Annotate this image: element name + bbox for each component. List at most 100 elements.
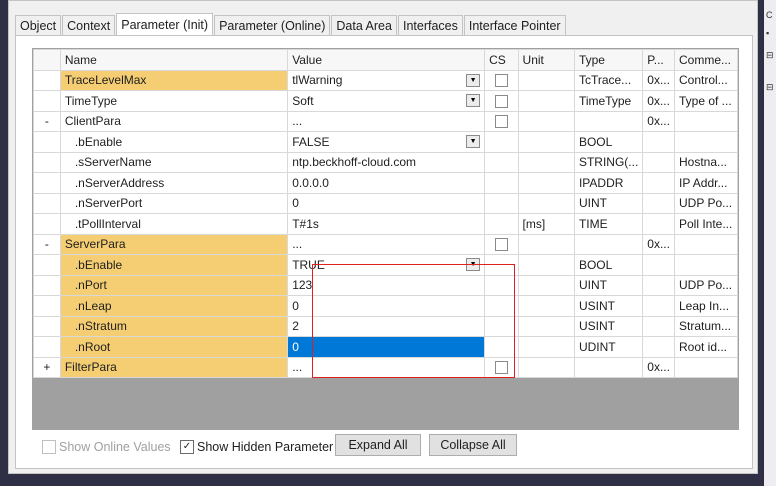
row-comment [673, 110, 738, 132]
tab-object[interactable]: Object [15, 15, 62, 36]
header-comment[interactable]: Comme... [673, 49, 738, 71]
table-row[interactable]: TraceLevelMax tlWarning ▼ TcTrace... 0x... Co… [33, 69, 738, 91]
cs-checkbox[interactable] [494, 74, 508, 88]
tab-interfaces[interactable]: Interfaces [397, 15, 463, 36]
collapse-icon[interactable]: ⊟ [766, 82, 774, 93]
row-type: UINT [573, 274, 644, 296]
row-value[interactable]: Soft ▼ [287, 90, 486, 112]
dropdown-arrow-icon[interactable]: ▼ [466, 73, 481, 87]
row-expander[interactable]: - [33, 110, 61, 132]
row-expander [33, 151, 61, 173]
table-row[interactable]: .nRoot 0 UDINT Root id... [33, 336, 738, 358]
tree-toggle-icon[interactable]: ▪ [766, 28, 769, 38]
table-row[interactable]: .tPollInterval T#1s [ms] TIME Poll Inte... [33, 213, 738, 235]
show-online-values-label: Show Online Values [59, 440, 171, 454]
cs-checkbox[interactable] [494, 94, 508, 108]
row-expander [33, 295, 61, 317]
table-row[interactable]: .bEnable FALSE ▼ BOOL [33, 131, 738, 153]
row-unit: [ms] [517, 213, 575, 235]
tab-context[interactable]: Context [62, 15, 116, 36]
header-unit[interactable]: Unit [517, 49, 575, 71]
header-name[interactable]: Name [59, 49, 289, 71]
row-value[interactable]: 123 [287, 274, 486, 296]
row-comment: Control... [673, 69, 738, 91]
row-type: TimeType [573, 90, 644, 112]
row-cs[interactable] [484, 90, 519, 112]
row-p: 0x... [642, 356, 675, 378]
row-type [573, 110, 644, 132]
cs-checkbox[interactable] [494, 361, 508, 375]
table-row[interactable]: .nServerPort 0 UINT UDP Po... [33, 192, 738, 214]
dropdown-arrow-icon[interactable]: ▼ [466, 258, 481, 272]
table-row[interactable]: - ServerPara... 0x... [33, 233, 738, 255]
cs-checkbox[interactable] [494, 115, 508, 129]
table-row[interactable]: .bEnable TRUE ▼ BOOL [33, 254, 738, 276]
header-cs[interactable]: CS [484, 49, 519, 71]
row-expander[interactable]: + [33, 356, 61, 378]
cs-checkbox[interactable] [494, 238, 508, 252]
row-value[interactable]: ntp.beckhoff-cloud.com [287, 151, 486, 173]
row-value[interactable]: TRUE ▼ [287, 254, 486, 276]
table-row[interactable]: - ClientPara... 0x... [33, 110, 738, 132]
row-value[interactable]: 0 [287, 295, 486, 317]
row-cs[interactable] [484, 69, 519, 91]
dropdown-arrow-icon[interactable]: ▼ [466, 135, 481, 149]
value-dropdown[interactable]: Soft ▼ [292, 94, 481, 108]
header-p[interactable]: P... [642, 49, 675, 71]
row-value[interactable]: ... [287, 110, 486, 132]
row-name: .sServerName [59, 151, 289, 173]
show-online-values-checkbox[interactable]: Show Online Values [42, 440, 171, 454]
row-unit [517, 336, 575, 358]
value-dropdown[interactable]: FALSE ▼ [292, 135, 481, 149]
row-type: TcTrace... [573, 69, 644, 91]
row-value[interactable]: 0.0.0.0 [287, 172, 486, 194]
row-value[interactable]: tlWarning ▼ [287, 69, 486, 91]
tab-parameter-online[interactable]: Parameter (Online) [214, 15, 331, 36]
row-unit [517, 110, 575, 132]
row-unit [517, 90, 575, 112]
row-cs[interactable] [484, 110, 519, 132]
value-text: TRUE [292, 257, 325, 272]
row-expander [33, 90, 61, 112]
tab-interface-pointer[interactable]: Interface Pointer [463, 15, 566, 36]
tab-parameter-init[interactable]: Parameter (Init) [116, 13, 214, 36]
row-cs[interactable] [484, 356, 519, 378]
checkmark-icon: ✓ [180, 440, 194, 454]
value-dropdown[interactable]: tlWarning ▼ [292, 73, 481, 87]
collapse-all-button[interactable]: Collapse All [429, 434, 517, 456]
row-value[interactable]: FALSE ▼ [287, 131, 486, 153]
dropdown-arrow-icon[interactable]: ▼ [466, 94, 481, 108]
row-unit [517, 274, 575, 296]
row-expander[interactable]: - [33, 233, 61, 255]
row-cs [484, 172, 519, 194]
header-type[interactable]: Type [573, 49, 644, 71]
row-cs [484, 295, 519, 317]
tab-content: Name Value CS Unit Type P... Comme... Tr… [15, 35, 753, 469]
table-row[interactable]: .nStratum 2 USINT Stratum... [33, 315, 738, 337]
row-value[interactable]: ... [287, 356, 486, 378]
collapse-icon[interactable]: ⊟ [766, 50, 774, 61]
show-hidden-parameter-checkbox[interactable]: ✓ Show Hidden Parameter [180, 440, 333, 454]
row-type: TIME [573, 213, 644, 235]
expand-all-button[interactable]: Expand All [335, 434, 421, 456]
table-row[interactable]: .sServerName ntp.beckhoff-cloud.com STRING… [33, 151, 738, 173]
tab-strip: Object Context Parameter (Init) Paramete… [15, 13, 567, 36]
table-row[interactable]: TimeType Soft ▼ TimeType 0x... Type of ... [33, 90, 738, 112]
tab-data-area[interactable]: Data Area [331, 15, 397, 36]
row-value[interactable]: T#1s [287, 213, 486, 235]
header-expander [33, 49, 61, 71]
row-value[interactable]: ... [287, 233, 486, 255]
row-name: FilterPara [59, 356, 289, 378]
table-row[interactable]: .nServerAddress 0.0.0.0 IPADDR IP Addr... [33, 172, 738, 194]
row-comment: IP Addr... [673, 172, 738, 194]
table-row[interactable]: + FilterPara... 0x... [33, 356, 738, 378]
row-value[interactable]: 0 [287, 192, 486, 214]
row-cs[interactable] [484, 233, 519, 255]
table-row[interactable]: .nLeap 0 USINT Leap In... [33, 295, 738, 317]
row-value[interactable]: 0 [287, 336, 486, 358]
row-value[interactable]: 2 [287, 315, 486, 337]
row-name: ClientPara [59, 110, 289, 132]
table-row[interactable]: .nPort 123 UINT UDP Po... [33, 274, 738, 296]
header-value[interactable]: Value [287, 49, 486, 71]
value-dropdown[interactable]: TRUE ▼ [292, 257, 481, 272]
